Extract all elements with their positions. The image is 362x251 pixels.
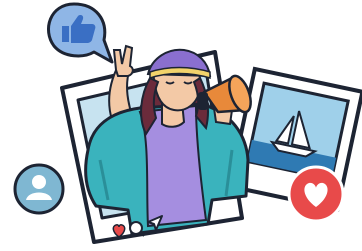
user-avatar-icon <box>13 163 65 215</box>
illustration-stage <box>0 0 362 251</box>
social-media-illustration <box>13 2 362 244</box>
heart-icon <box>287 165 345 223</box>
like-thumb-icon <box>47 2 114 64</box>
